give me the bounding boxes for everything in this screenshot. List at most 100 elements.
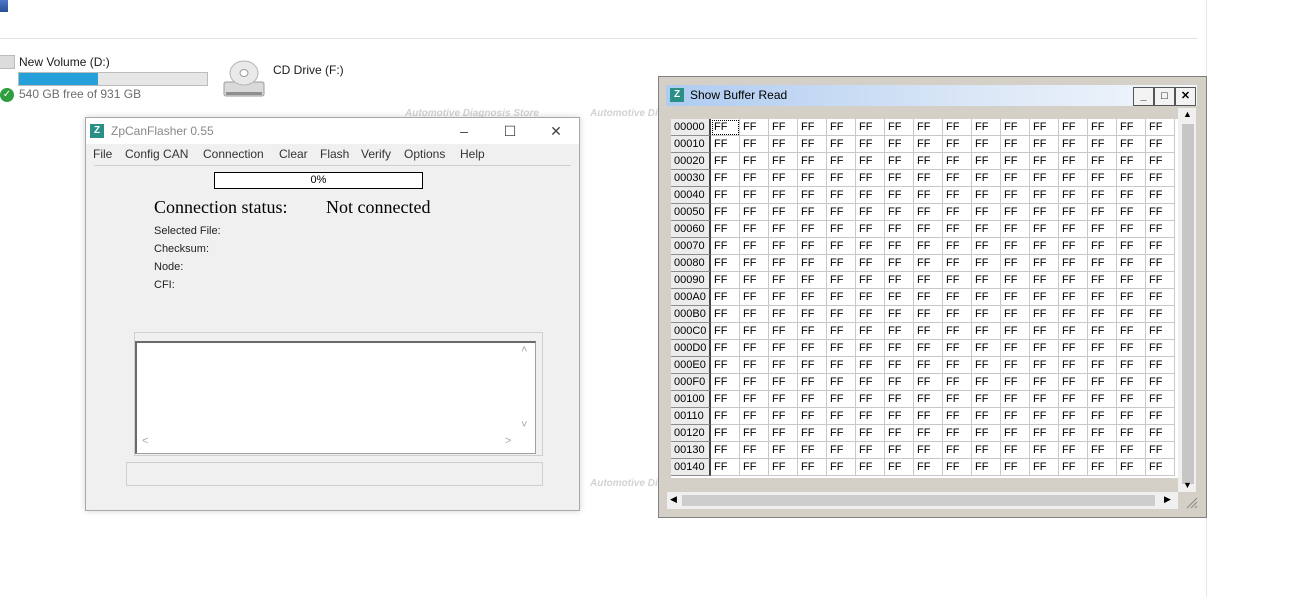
buffer-byte-cell[interactable]: FF [769, 374, 798, 391]
buffer-byte-cell[interactable]: FF [885, 272, 914, 289]
buffer-byte-cell[interactable]: FF [1146, 255, 1175, 272]
buffer-byte-cell[interactable]: FF [1146, 323, 1175, 340]
buffer-byte-cell[interactable]: FF [1059, 306, 1088, 323]
buffer-byte-cell[interactable]: FF [943, 272, 972, 289]
buffer-byte-cell[interactable]: FF [711, 425, 740, 442]
buffer-byte-cell[interactable]: FF [740, 306, 769, 323]
menu-verify[interactable]: Verify [361, 147, 391, 161]
buffer-byte-cell[interactable]: FF [827, 391, 856, 408]
buffer-byte-cell[interactable]: FF [827, 255, 856, 272]
buffer-byte-cell[interactable]: FF [1088, 238, 1117, 255]
buffer-byte-cell[interactable]: FF [711, 459, 740, 476]
buffer-byte-cell[interactable]: FF [1117, 425, 1146, 442]
buffer-byte-cell[interactable]: FF [972, 136, 1001, 153]
buffer-byte-cell[interactable]: FF [972, 119, 1001, 136]
buffer-byte-cell[interactable]: FF [1146, 391, 1175, 408]
buffer-byte-cell[interactable]: FF [1117, 221, 1146, 238]
buffer-byte-cell[interactable]: FF [1030, 119, 1059, 136]
buffer-byte-cell[interactable]: FF [943, 153, 972, 170]
buffer-byte-cell[interactable]: FF [769, 136, 798, 153]
buffer-byte-cell[interactable]: FF [1088, 289, 1117, 306]
menu-help[interactable]: Help [460, 147, 485, 161]
buffer-byte-cell[interactable]: FF [1059, 221, 1088, 238]
buffer-byte-cell[interactable]: FF [769, 255, 798, 272]
scroll-right-icon[interactable]: > [505, 435, 511, 447]
buffer-byte-cell[interactable]: FF [972, 187, 1001, 204]
buffer-byte-cell[interactable]: FF [943, 221, 972, 238]
buffer-byte-cell[interactable]: FF [827, 272, 856, 289]
buffer-byte-cell[interactable]: FF [740, 272, 769, 289]
buffer-byte-cell[interactable]: FF [1059, 357, 1088, 374]
buffer-grid[interactable]: 00000 FF FF FF FF FF FF FF FF FF FF FF FF FF FF FF FF 000… [671, 119, 1178, 478]
buffer-byte-cell[interactable]: FF [1001, 425, 1030, 442]
buffer-byte-cell[interactable]: FF [1059, 119, 1088, 136]
buffer-byte-cell[interactable]: FF [769, 153, 798, 170]
buffer-byte-cell[interactable]: FF [827, 170, 856, 187]
cd-drive-icon[interactable] [222, 58, 266, 100]
buffer-byte-cell[interactable]: FF [798, 306, 827, 323]
buffer-byte-cell[interactable]: FF [856, 153, 885, 170]
buffer-byte-cell[interactable]: FF [1146, 204, 1175, 221]
buffer-byte-cell[interactable]: FF [972, 442, 1001, 459]
buffer-byte-cell[interactable]: FF [914, 357, 943, 374]
buffer-byte-cell[interactable]: FF [1146, 272, 1175, 289]
buffer-byte-cell[interactable]: FF [1146, 119, 1175, 136]
buffer-byte-cell[interactable]: FF [1030, 374, 1059, 391]
buffer-byte-cell[interactable]: FF [914, 153, 943, 170]
buffer-byte-cell[interactable]: FF [1059, 238, 1088, 255]
buffer-byte-cell[interactable]: FF [943, 306, 972, 323]
buffer-byte-cell[interactable]: FF [711, 306, 740, 323]
buffer-byte-cell[interactable]: FF [1001, 272, 1030, 289]
buffer-byte-cell[interactable]: FF [972, 170, 1001, 187]
buffer-byte-cell[interactable]: FF [798, 374, 827, 391]
buffer-byte-cell[interactable]: FF [740, 170, 769, 187]
buffer-byte-cell[interactable]: FF [1059, 187, 1088, 204]
buffer-byte-cell[interactable]: FF [943, 289, 972, 306]
drive-f-name[interactable]: CD Drive (F:) [273, 63, 344, 77]
buffer-byte-cell[interactable]: FF [943, 323, 972, 340]
buffer-byte-cell[interactable]: FF [711, 153, 740, 170]
buffer-byte-cell[interactable]: FF [769, 425, 798, 442]
buffer-byte-cell[interactable]: FF [1030, 306, 1059, 323]
buffer-byte-cell[interactable]: FF [914, 374, 943, 391]
buffer-byte-cell[interactable]: FF [914, 306, 943, 323]
buffer-byte-cell[interactable]: FF [1001, 374, 1030, 391]
buffer-byte-cell[interactable]: FF [711, 204, 740, 221]
buffer-byte-cell[interactable]: FF [1001, 323, 1030, 340]
buffer-byte-cell[interactable]: FF [856, 119, 885, 136]
buffer-byte-cell[interactable]: FF [827, 306, 856, 323]
buffer-byte-cell[interactable]: FF [1117, 238, 1146, 255]
buffer-byte-cell[interactable]: FF [798, 221, 827, 238]
buffer-byte-cell[interactable]: FF [1059, 323, 1088, 340]
buffer-byte-cell[interactable]: FF [769, 459, 798, 476]
scroll-thumb[interactable] [1182, 124, 1194, 484]
buffer-byte-cell[interactable]: FF [856, 340, 885, 357]
minimize-button[interactable]: _ [1133, 87, 1154, 106]
buffer-byte-cell[interactable]: FF [1001, 170, 1030, 187]
buffer-byte-cell[interactable]: FF [711, 408, 740, 425]
buffer-byte-cell[interactable]: FF [711, 357, 740, 374]
buffer-byte-cell[interactable]: FF [1146, 170, 1175, 187]
buffer-byte-cell[interactable]: FF [856, 221, 885, 238]
buffer-byte-cell[interactable]: FF [740, 221, 769, 238]
buffer-byte-cell[interactable]: FF [1117, 374, 1146, 391]
buffer-byte-cell[interactable]: FF [1088, 306, 1117, 323]
buffer-byte-cell[interactable]: FF [1030, 323, 1059, 340]
buffer-byte-cell[interactable]: FF [769, 323, 798, 340]
buffer-byte-cell[interactable]: FF [798, 357, 827, 374]
buffer-byte-cell[interactable]: FF [885, 119, 914, 136]
scroll-right-icon[interactable]: ▶ [1164, 494, 1171, 505]
buffer-byte-cell[interactable]: FF [1088, 340, 1117, 357]
buffer-byte-cell[interactable]: FF [914, 459, 943, 476]
buffer-byte-cell[interactable]: FF [740, 153, 769, 170]
buffer-byte-cell[interactable]: FF [1030, 289, 1059, 306]
buffer-byte-cell[interactable]: FF [1146, 357, 1175, 374]
drive-d-name[interactable]: New Volume (D:) [19, 55, 110, 69]
buffer-byte-cell[interactable]: FF [885, 340, 914, 357]
buffer-byte-cell[interactable]: FF [943, 170, 972, 187]
buffer-byte-cell[interactable]: FF [885, 357, 914, 374]
buffer-byte-cell[interactable]: FF [1088, 187, 1117, 204]
buffer-byte-cell[interactable]: FF [798, 272, 827, 289]
buffer-byte-cell[interactable]: FF [1001, 408, 1030, 425]
buffer-byte-cell[interactable]: FF [1146, 221, 1175, 238]
